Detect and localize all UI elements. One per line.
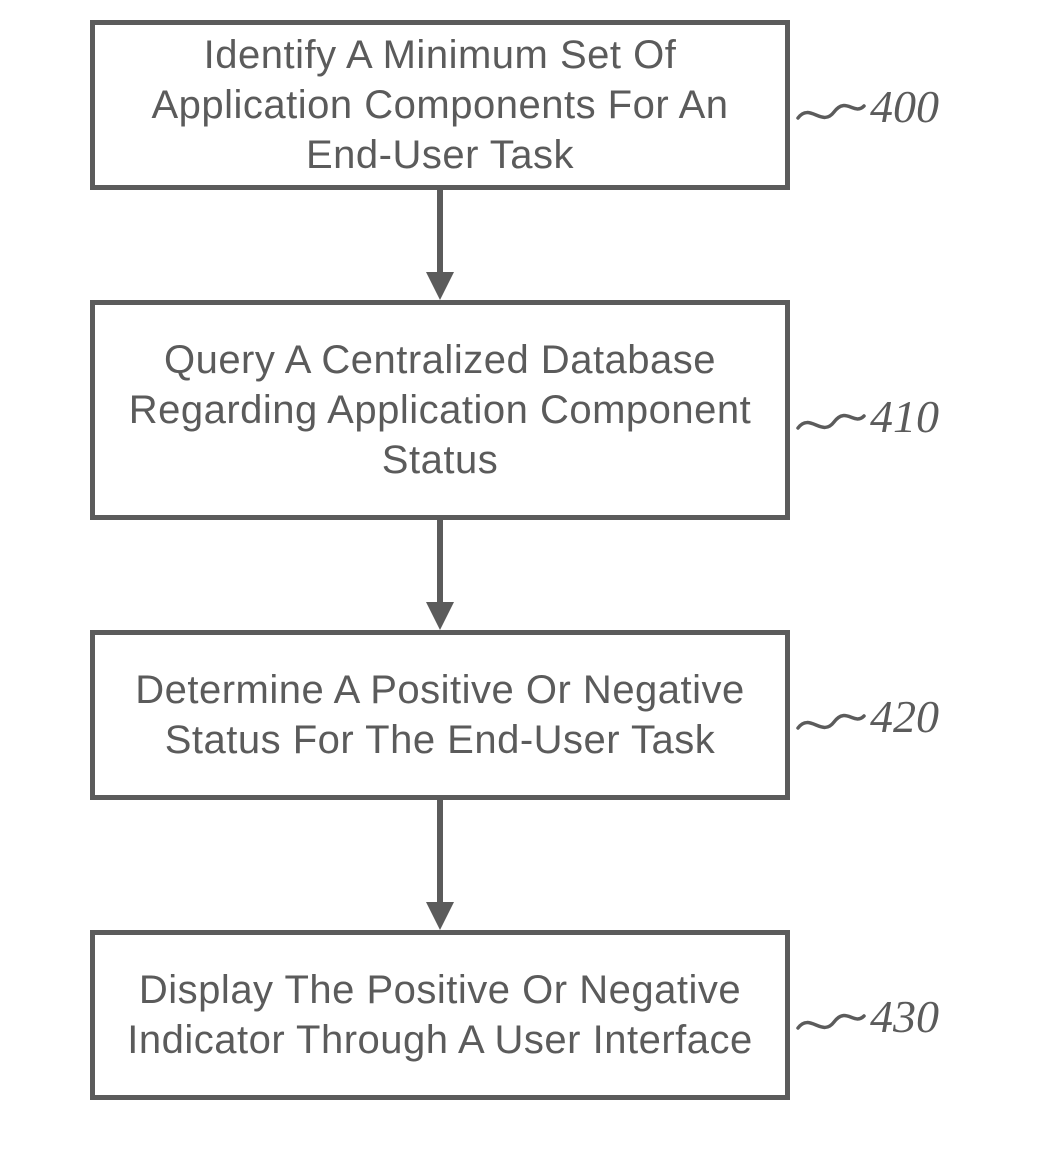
reference-number: 410 bbox=[870, 390, 939, 443]
process-text: Query A Centralized Database Regarding A… bbox=[115, 335, 765, 485]
reference-number-text: 420 bbox=[870, 691, 939, 742]
reference-number: 430 bbox=[870, 990, 939, 1043]
flowchart-canvas: Identify A Minimum Set Of Application Co… bbox=[0, 0, 1058, 1171]
process-box: Display The Positive Or Negative Indicat… bbox=[90, 930, 790, 1100]
reference-number: 400 bbox=[870, 80, 939, 133]
process-box: Determine A Positive Or Negative Status … bbox=[90, 630, 790, 800]
label-connector-tilde bbox=[796, 96, 866, 124]
arrow-connector bbox=[420, 520, 460, 630]
label-connector-tilde bbox=[796, 706, 866, 734]
reference-number-text: 430 bbox=[870, 991, 939, 1042]
process-text: Display The Positive Or Negative Indicat… bbox=[115, 965, 765, 1065]
process-text: Determine A Positive Or Negative Status … bbox=[115, 665, 765, 765]
reference-number: 420 bbox=[870, 690, 939, 743]
reference-number-text: 400 bbox=[870, 81, 939, 132]
reference-number-text: 410 bbox=[870, 391, 939, 442]
process-box: Query A Centralized Database Regarding A… bbox=[90, 300, 790, 520]
arrow-connector bbox=[420, 800, 460, 930]
arrow-connector bbox=[420, 190, 460, 300]
process-box: Identify A Minimum Set Of Application Co… bbox=[90, 20, 790, 190]
label-connector-tilde bbox=[796, 406, 866, 434]
process-text: Identify A Minimum Set Of Application Co… bbox=[115, 30, 765, 180]
label-connector-tilde bbox=[796, 1006, 866, 1034]
